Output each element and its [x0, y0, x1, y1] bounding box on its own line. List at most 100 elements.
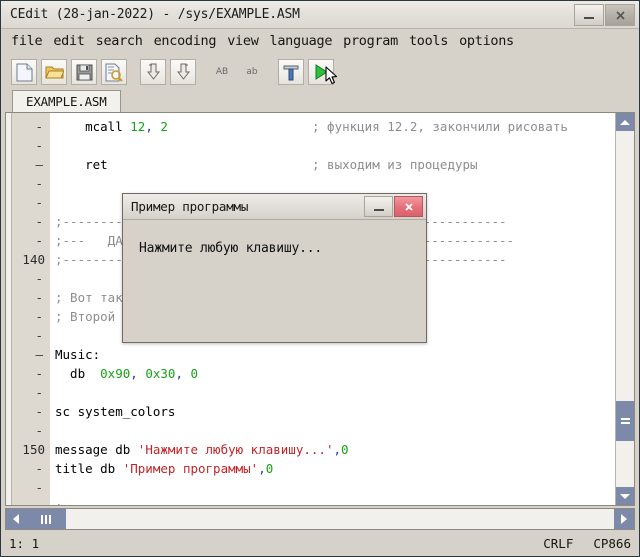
code-token: 0	[183, 366, 198, 381]
line-number-gutter: --—----140----—----150----	[6, 113, 50, 505]
scroll-right-button[interactable]	[614, 509, 634, 529]
menu-bar: file edit search encoding view language …	[1, 29, 639, 54]
code-token: 2	[153, 119, 168, 134]
fold-marker[interactable]: —	[35, 345, 43, 364]
move-down-icon	[176, 63, 191, 81]
move-down-into-button[interactable]	[140, 59, 166, 85]
dialog-title: Пример программы	[123, 199, 248, 214]
fold-marker[interactable]: -	[35, 364, 43, 383]
code-token: ret	[55, 157, 108, 172]
scroll-down-button[interactable]	[616, 487, 634, 505]
gutter-left-bar	[6, 113, 12, 505]
horizontal-scrollbar[interactable]	[5, 508, 635, 530]
move-down-into-icon	[146, 63, 161, 81]
code-token: 0	[266, 461, 274, 476]
open-folder-icon	[45, 64, 64, 80]
code-token: 12	[130, 119, 145, 134]
scroll-grip-icon	[621, 418, 630, 424]
code-token: mcall	[55, 119, 130, 134]
tab-example-asm[interactable]: EXAMPLE.ASM	[12, 90, 121, 112]
scroll-left-button[interactable]	[6, 509, 26, 529]
build-button[interactable]	[278, 59, 304, 85]
fold-marker[interactable]: -	[35, 478, 43, 497]
cursor-position: 1: 1	[1, 536, 39, 551]
horizontal-scroll-thumb[interactable]	[26, 509, 66, 529]
new-file-button[interactable]	[11, 59, 37, 85]
code-line: db 0x90, 0x30, 0	[55, 364, 198, 383]
message-dialog: Пример программы Нажмите любую клавишу..…	[122, 193, 427, 343]
menu-item-tools[interactable]: tools	[409, 33, 448, 49]
code-token: db	[55, 366, 100, 381]
dialog-title-bar: Пример программы	[123, 194, 426, 220]
close-button[interactable]	[605, 4, 635, 26]
code-comment: ; функция 12.2, закончили рисовать	[312, 117, 568, 136]
code-token: 0x90	[100, 366, 130, 381]
chevron-right-icon	[621, 514, 627, 524]
fold-marker[interactable]: -	[35, 117, 43, 136]
fold-marker[interactable]: -	[35, 383, 43, 402]
lowercase-label: ab	[246, 67, 257, 77]
fold-marker[interactable]: -	[35, 326, 43, 345]
fold-marker[interactable]: -	[35, 269, 43, 288]
window-title: CEdit (28-jan-2022) - /sys/EXAMPLE.ASM	[1, 7, 300, 22]
save-button[interactable]	[71, 59, 97, 85]
lowercase-button[interactable]: ab	[239, 59, 265, 85]
code-line: message db 'Нажмите любую клавишу...',0	[55, 440, 349, 459]
fold-marker[interactable]: -	[35, 174, 43, 193]
code-token: ,	[130, 366, 138, 381]
menu-item-encoding[interactable]: encoding	[154, 33, 217, 49]
fold-marker[interactable]: -	[35, 307, 43, 326]
dialog-close-icon	[404, 202, 414, 212]
fold-marker[interactable]: -	[35, 459, 43, 478]
menu-item-file[interactable]: file	[11, 33, 42, 49]
chevron-left-icon	[13, 514, 19, 524]
fold-marker[interactable]: -	[35, 212, 43, 231]
fold-marker[interactable]: -	[35, 193, 43, 212]
minimize-icon	[584, 17, 594, 19]
menu-item-view[interactable]: view	[227, 33, 258, 49]
menu-item-search[interactable]: search	[96, 33, 143, 49]
vertical-scroll-thumb[interactable]	[616, 401, 634, 441]
menu-item-options[interactable]: options	[459, 33, 514, 49]
hammer-icon	[282, 63, 300, 81]
fold-marker[interactable]: -	[35, 288, 43, 307]
open-folder-button[interactable]	[41, 59, 67, 85]
code-token: 'Пример программы'	[123, 461, 258, 476]
horizontal-scroll-track[interactable]	[66, 509, 614, 529]
dialog-message: Нажмите любую клавишу...	[139, 241, 322, 256]
code-token: ,	[175, 366, 183, 381]
dialog-minimize-button[interactable]	[364, 196, 393, 217]
code-token: ,	[258, 461, 266, 476]
code-comment: ; выходим из процедуры	[312, 155, 478, 174]
vertical-scrollbar[interactable]	[615, 113, 634, 505]
new-file-icon	[16, 63, 33, 82]
encoding-indicator[interactable]: CP866	[593, 536, 631, 551]
find-in-file-button[interactable]	[101, 59, 127, 85]
scroll-up-button[interactable]	[616, 113, 634, 131]
fold-marker[interactable]: —	[35, 155, 43, 174]
code-line: ;---------------------------------------…	[55, 497, 507, 505]
dialog-minimize-icon	[374, 209, 384, 211]
uppercase-button[interactable]: AB	[209, 59, 235, 85]
fold-marker[interactable]: -	[35, 402, 43, 421]
menu-item-program[interactable]: program	[343, 33, 398, 49]
move-down-button[interactable]	[170, 59, 196, 85]
status-bar: 1: 1 CRLF CP866	[1, 530, 639, 556]
code-line: ret	[55, 155, 108, 174]
code-token: 'Нажмите любую клавишу...'	[138, 442, 334, 457]
fold-marker[interactable]: -	[35, 497, 43, 506]
cedit-window: CEdit (28-jan-2022) - /sys/EXAMPLE.ASM f…	[0, 0, 640, 557]
window-controls	[574, 4, 635, 26]
title-bar: CEdit (28-jan-2022) - /sys/EXAMPLE.ASM	[1, 1, 639, 29]
line-ending-indicator[interactable]: CRLF	[543, 536, 573, 551]
menu-item-language[interactable]: language	[270, 33, 333, 49]
menu-item-edit[interactable]: edit	[53, 33, 84, 49]
hscroll-grip-icon	[41, 515, 51, 524]
fold-marker[interactable]: -	[35, 231, 43, 250]
fold-marker[interactable]: -	[35, 421, 43, 440]
fold-marker[interactable]: -	[35, 136, 43, 155]
minimize-button[interactable]	[574, 4, 604, 26]
run-button[interactable]	[308, 59, 334, 85]
dialog-close-button[interactable]	[394, 196, 423, 217]
code-line: Music:	[55, 345, 100, 364]
